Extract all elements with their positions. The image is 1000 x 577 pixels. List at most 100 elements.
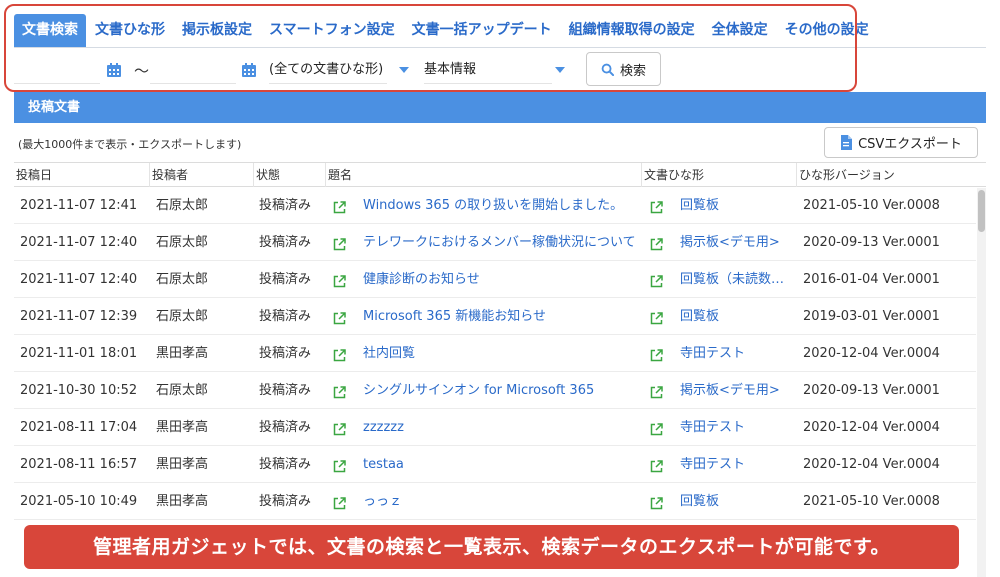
external-link-icon[interactable] [333,236,346,251]
external-link-icon[interactable] [650,236,663,251]
header-status[interactable]: 状態 [254,163,326,187]
external-link-icon[interactable] [650,273,663,288]
external-link-icon[interactable] [650,495,663,510]
csv-export-label: CSVエクスポート [858,137,962,152]
info-select[interactable]: 基本情報 [424,56,552,84]
tab-other-settings[interactable]: その他の設定 [777,14,877,47]
tab-divider [14,47,986,48]
header-poster[interactable]: 投稿者 [150,163,254,187]
cell-title-link[interactable]: シングルサインオン for Microsoft 365 [363,372,639,409]
cell-poster: 石原太郎 [156,272,209,287]
cell-template-link[interactable]: 寺田テスト [680,335,792,372]
cell-template-link[interactable]: 回覧板（未読数… [680,261,792,298]
cell-status: 投稿済み [259,198,312,213]
cell-title-link[interactable]: Microsoft 365 新機能お知らせ [363,298,639,335]
caption-banner: 管理者用ガジェットでは、文書の検索と一覧表示、検索データのエクスポートが可能です… [24,525,959,569]
cell-poster: 黒田孝高 [156,457,209,472]
cell-status: 投稿済み [259,383,312,398]
date-to-input[interactable] [150,56,236,84]
search-icon [601,63,614,76]
tab-bulk-update[interactable]: 文書一括アップデート [404,14,560,47]
table-row: 2021-11-01 18:01 黒田孝高 投稿済み 社内回覧 寺田テスト 2020-12… [14,335,976,372]
header-template-version[interactable]: ひな形バージョン [797,163,986,187]
template-select[interactable]: (全ての文書ひな形) [269,56,387,84]
chevron-down-icon[interactable] [399,67,409,73]
cell-template-version: 2019-03-01 Ver.0001 [803,309,940,324]
scrollbar-thumb[interactable] [978,190,985,232]
scrollbar-track[interactable] [977,188,986,577]
search-button-label: 検索 [619,63,646,79]
external-link-icon[interactable] [333,347,346,362]
external-link-icon[interactable] [650,199,663,214]
cell-title-link[interactable]: Windows 365 の取り扱いを開始しました。 [363,187,639,224]
tab-bar: 文書検索 文書ひな形 掲示板設定 スマートフォン設定 文書一括アップデート 組織… [14,14,878,47]
external-link-icon[interactable] [650,347,663,362]
external-link-icon[interactable] [333,495,346,510]
header-template[interactable]: 文書ひな形 [642,163,797,187]
chevron-down-icon[interactable] [555,67,565,73]
cell-poster: 黒田孝高 [156,346,209,361]
cell-status: 投稿済み [259,494,312,509]
cell-status: 投稿済み [259,309,312,324]
calendar-icon[interactable] [106,62,122,78]
external-link-icon[interactable] [333,273,346,288]
table-row: 2021-11-07 12:41 石原太郎 投稿済み Windows 365 の取り扱… [14,187,976,224]
external-link-icon[interactable] [650,384,663,399]
external-link-icon[interactable] [333,421,346,436]
search-button[interactable]: 検索 [586,52,661,86]
cell-template-version: 2021-05-10 Ver.0008 [803,494,940,509]
cell-poster: 石原太郎 [156,309,209,324]
cell-status: 投稿済み [259,457,312,472]
documents-table: 投稿日 投稿者 状態 題名 文書ひな形 ひな形バージョン 2021-11-07 … [14,162,986,577]
cell-posted-date: 2021-11-07 12:40 [20,235,138,250]
date-separator: 〜 [134,62,150,80]
search-form: 〜 (全ての文書ひな形) 基本情報 検索 [14,52,714,88]
cell-title-link[interactable]: zzzzzz [363,409,639,446]
tab-document-templates[interactable]: 文書ひな形 [87,14,173,47]
tab-org-info-settings[interactable]: 組織情報取得の設定 [561,14,703,47]
cell-posted-date: 2021-08-11 17:04 [20,420,138,435]
table-row: 2021-05-10 10:49 黒田孝高 投稿済み っっｚ 回覧板 2021-05-10… [14,483,976,520]
cell-template-version: 2021-05-10 Ver.0008 [803,198,940,213]
date-from-input[interactable] [14,56,100,84]
cell-template-link[interactable]: 寺田テスト [680,409,792,446]
tab-bulletin-settings[interactable]: 掲示板設定 [174,14,260,47]
cell-title-link[interactable]: 健康診断のお知らせ [363,261,639,298]
cell-template-version: 2020-09-13 Ver.0001 [803,383,940,398]
external-link-icon[interactable] [650,421,663,436]
cell-template-link[interactable]: 回覧板 [680,298,792,335]
cell-template-link[interactable]: 掲示板<デモ用> [680,372,792,409]
cell-template-link[interactable]: 寺田テスト [680,446,792,483]
tab-general-settings[interactable]: 全体設定 [704,14,776,47]
external-link-icon[interactable] [333,199,346,214]
calendar-icon[interactable] [241,62,257,78]
cell-template-link[interactable]: 掲示板<デモ用> [680,224,792,261]
cell-template-version: 2020-09-13 Ver.0001 [803,235,940,250]
external-link-icon[interactable] [650,458,663,473]
header-title[interactable]: 題名 [326,163,642,187]
table-row: 2021-08-11 16:57 黒田孝高 投稿済み testaa 寺田テスト 2020-… [14,446,976,483]
external-link-icon[interactable] [333,384,346,399]
cell-title-link[interactable]: 社内回覧 [363,335,639,372]
cell-poster: 石原太郎 [156,235,209,250]
tab-smartphone-settings[interactable]: スマートフォン設定 [261,14,403,47]
tab-document-search[interactable]: 文書検索 [14,14,86,47]
cell-status: 投稿済み [259,420,312,435]
header-posted-date[interactable]: 投稿日 [14,163,150,187]
cell-poster: 石原太郎 [156,383,209,398]
csv-export-button[interactable]: CSVエクスポート [824,127,978,158]
cell-title-link[interactable]: testaa [363,446,639,483]
cell-template-version: 2016-01-04 Ver.0001 [803,272,940,287]
cell-template-version: 2020-12-04 Ver.0004 [803,346,940,361]
cell-template-link[interactable]: 回覧板 [680,187,792,224]
cell-posted-date: 2021-08-11 16:57 [20,457,138,472]
external-link-icon[interactable] [333,458,346,473]
external-link-icon[interactable] [650,310,663,325]
cell-posted-date: 2021-10-30 10:52 [20,383,138,398]
table-row: 2021-10-30 10:52 石原太郎 投稿済み シングルサインオン for Mi… [14,372,976,409]
cell-template-link[interactable]: 回覧板 [680,483,792,520]
table-row: 2021-08-11 17:04 黒田孝高 投稿済み zzzzzz 寺田テスト 2020-… [14,409,976,446]
cell-title-link[interactable]: っっｚ [363,483,639,520]
external-link-icon[interactable] [333,310,346,325]
cell-title-link[interactable]: テレワークにおけるメンバー稼働状況について [363,224,639,261]
